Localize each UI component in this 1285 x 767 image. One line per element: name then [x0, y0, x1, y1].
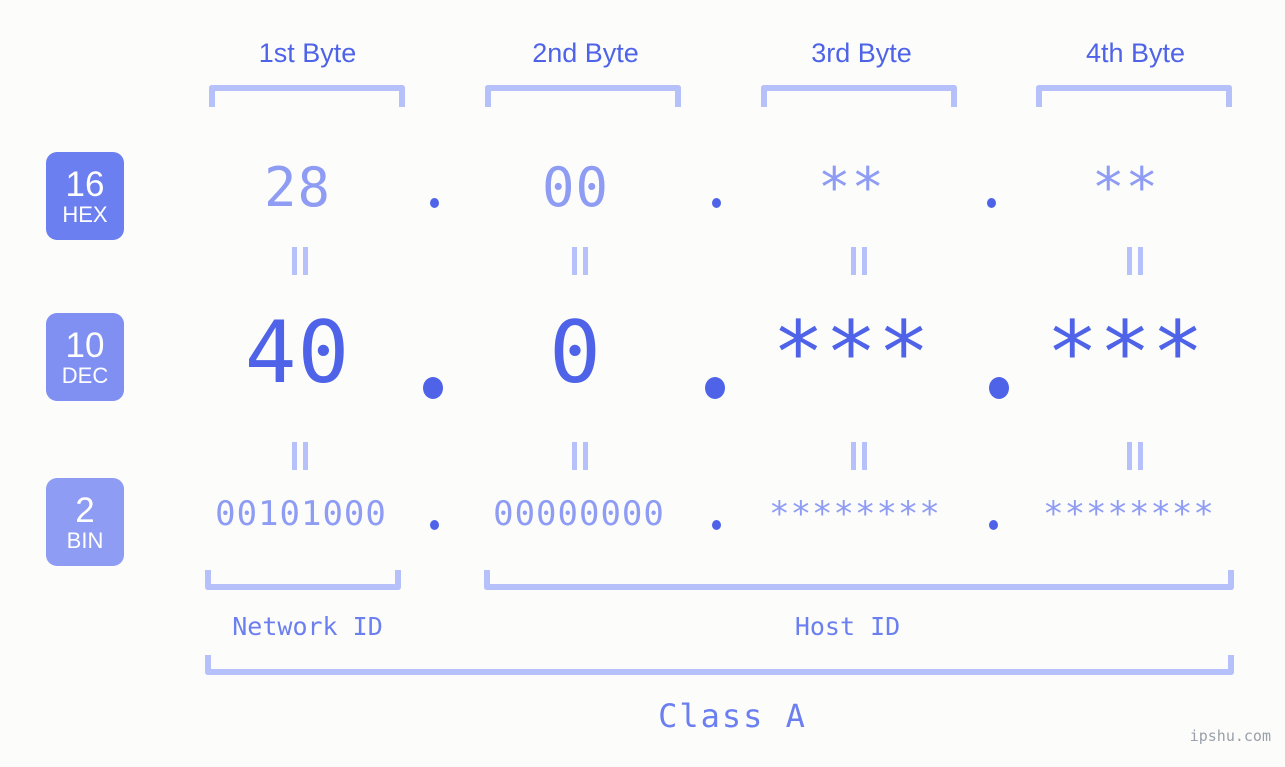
dec-byte-3-value: *** [772, 303, 931, 403]
equality-mark-dec-bin-3 [851, 442, 867, 470]
network-id-bracket [205, 570, 401, 590]
class-label: Class A [658, 697, 807, 735]
bin-separator-2 [712, 520, 721, 530]
hex-byte-2-value: 00 [541, 156, 610, 219]
hex-separator-1 [430, 198, 439, 208]
radix-badge-hex-label: HEX [62, 201, 108, 227]
dec-byte-4-value: *** [1046, 303, 1205, 403]
hex-separator-2 [712, 198, 721, 208]
byte-header-label-2: 2nd Byte [532, 38, 639, 68]
radix-badge-hex: 16 HEX [46, 152, 124, 240]
byte-header-label-4: 4th Byte [1085, 38, 1186, 68]
radix-badge-dec-number: 10 [65, 325, 105, 365]
equality-mark-hex-dec-3 [851, 247, 867, 275]
equality-mark-dec-bin-2 [572, 442, 588, 470]
host-id-bracket [484, 570, 1234, 590]
equality-mark-dec-bin-4 [1127, 442, 1143, 470]
class-bracket [205, 655, 1234, 675]
bin-separator-1 [430, 520, 439, 530]
byte-bracket-2 [485, 85, 681, 107]
byte-bracket-4 [1036, 85, 1232, 107]
host-id-label: Host ID [794, 612, 901, 641]
bin-byte-1-value: 00101000 [215, 494, 387, 534]
dec-separator-3 [989, 377, 1009, 399]
bin-byte-3-value: ******** [769, 494, 941, 534]
equality-mark-hex-dec-1 [292, 247, 308, 275]
radix-badge-dec: 10 DEC [46, 313, 124, 401]
dec-byte-2-value: 0 [549, 303, 602, 403]
byte-header-label-1: 1st Byte [258, 38, 357, 68]
network-id-label: Network ID [232, 612, 383, 641]
radix-badge-dec-label: DEC [61, 362, 109, 388]
equality-mark-hex-dec-4 [1127, 247, 1143, 275]
hex-byte-1-value: 28 [263, 156, 332, 219]
byte-bracket-1 [209, 85, 405, 107]
radix-badge-bin-number: 2 [75, 490, 95, 530]
bin-byte-4-value: ******** [1043, 494, 1215, 534]
hex-separator-3 [987, 198, 996, 208]
hex-byte-4-value: ** [1091, 156, 1160, 219]
bin-separator-3 [989, 520, 998, 530]
site-watermark: ipshu.com [1189, 727, 1271, 745]
dec-separator-2 [705, 377, 725, 399]
ip-address-breakdown-diagram: 1st Byte 2nd Byte 3rd Byte 4th Byte 16 H… [0, 0, 1285, 767]
byte-bracket-3 [761, 85, 957, 107]
equality-mark-hex-dec-2 [572, 247, 588, 275]
byte-header-label-3: 3rd Byte [811, 38, 912, 68]
dec-separator-1 [423, 377, 443, 399]
dec-byte-1-value: 40 [244, 303, 351, 403]
equality-mark-dec-bin-1 [292, 442, 308, 470]
radix-badge-bin: 2 BIN [46, 478, 124, 566]
bin-byte-2-value: 00000000 [493, 494, 665, 534]
radix-badge-bin-label: BIN [66, 527, 104, 553]
radix-badge-hex-number: 16 [65, 164, 105, 204]
hex-byte-3-value: ** [817, 156, 886, 219]
